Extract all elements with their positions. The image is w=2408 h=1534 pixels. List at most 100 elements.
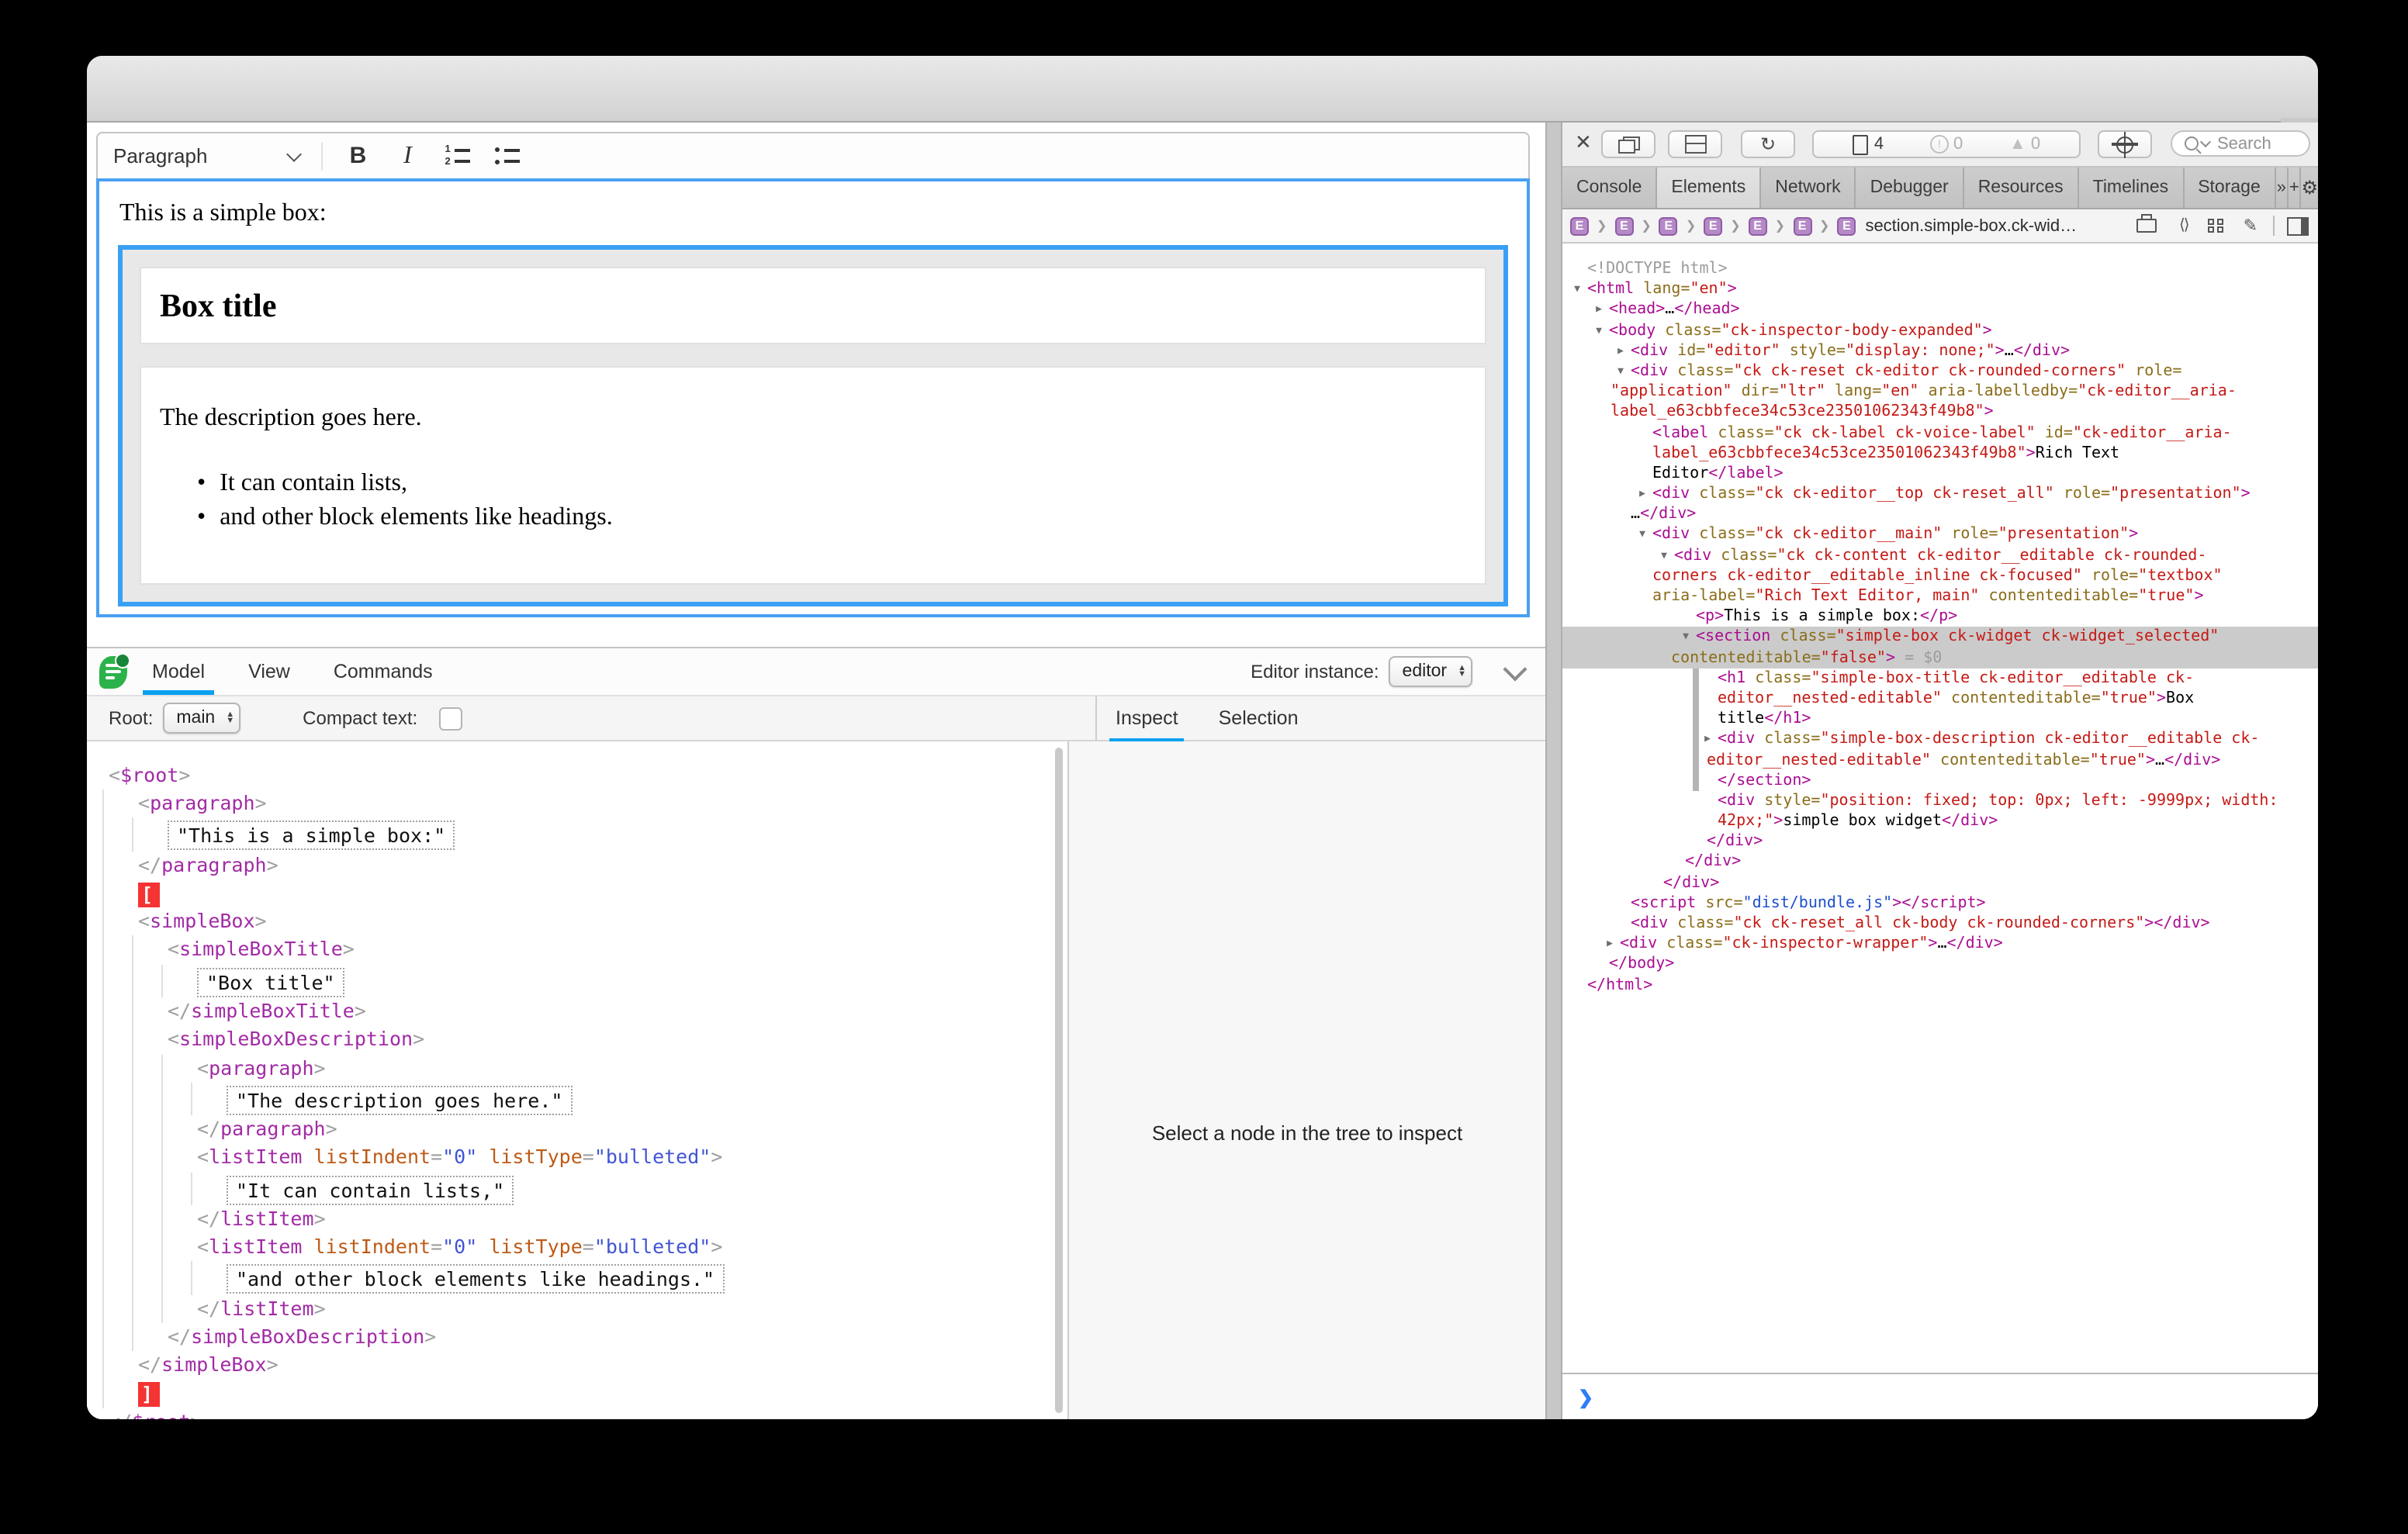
simple-box-widget[interactable]: Box title The description goes here. It … bbox=[118, 245, 1508, 606]
model-tree-line[interactable]: "It can contain lists," bbox=[87, 1172, 1067, 1205]
expand-node-icon[interactable]: ▶ bbox=[1601, 934, 1618, 954]
inspector-tab-model[interactable]: Model bbox=[152, 648, 205, 695]
breadcrumb-selected[interactable]: section.simple-box.ck-wid… bbox=[1865, 216, 2077, 235]
expand-node-icon[interactable]: ▶ bbox=[1612, 341, 1629, 361]
collapse-node-icon[interactable]: ▼ bbox=[1569, 279, 1586, 299]
editor-editable-area[interactable]: This is a simple box: Box title The desc… bbox=[96, 178, 1530, 617]
dom-tree-line[interactable]: contenteditable="false"> = $0 bbox=[1562, 648, 2318, 668]
dom-tree-line[interactable]: ▶<div class="simple-box-description ck-e… bbox=[1562, 730, 2318, 750]
breadcrumb-element-badge[interactable]: E bbox=[1659, 216, 1678, 235]
close-devtools-button[interactable]: ✕ bbox=[1575, 130, 1592, 155]
devtools-settings-gear-icon[interactable]: ⚙ bbox=[2301, 168, 2318, 208]
dom-tree-line[interactable]: …</div> bbox=[1562, 505, 2318, 525]
dom-tree-line[interactable]: Editor</label> bbox=[1562, 464, 2318, 484]
model-text-node[interactable]: "This is a simple box:" bbox=[168, 821, 455, 851]
simple-box-title[interactable]: Box title bbox=[140, 267, 1486, 344]
dom-tree-line[interactable]: <!DOCTYPE html> bbox=[1562, 259, 2318, 279]
model-text-node[interactable]: "The description goes here." bbox=[227, 1085, 572, 1114]
undock-button[interactable] bbox=[1601, 130, 1656, 158]
expand-node-icon[interactable]: ▶ bbox=[1634, 484, 1651, 504]
devtools-tabs-overflow[interactable]: » bbox=[2276, 168, 2289, 208]
devtools-tab-storage[interactable]: Storage bbox=[2184, 168, 2276, 208]
dom-tree-line[interactable]: ▶<div class="ck ck-editor__top ck-reset_… bbox=[1562, 484, 2318, 504]
model-tree-line[interactable]: <$root> bbox=[87, 762, 1067, 789]
dom-tree-line[interactable]: ▶<div class="ck-inspector-wrapper">…</di… bbox=[1562, 934, 2318, 954]
breadcrumb-element-badge[interactable]: E bbox=[1704, 216, 1722, 235]
reload-page-button[interactable]: ↻ bbox=[1741, 130, 1795, 158]
editor-instance-select[interactable]: editor ▲▼ bbox=[1389, 656, 1472, 687]
dom-tree-line[interactable]: "application" dir="ltr" lang="en" aria-l… bbox=[1562, 382, 2318, 402]
dom-tree-line[interactable]: ▶<div id="editor" style="display: none;"… bbox=[1562, 341, 2318, 361]
dom-tree-line[interactable]: label_e63cbbfece34c53ce23501062343f49b8"… bbox=[1562, 403, 2318, 423]
activity-summary[interactable]: 4 !0 ▲0 bbox=[1812, 130, 2081, 158]
dom-tree-line[interactable]: ▼<html lang="en"> bbox=[1562, 279, 2318, 299]
model-tree-line[interactable]: </paragraph> bbox=[87, 852, 1067, 879]
model-tree-line[interactable]: "Box title" bbox=[87, 964, 1067, 997]
dom-tree-line[interactable]: <div style="position: fixed; top: 0px; l… bbox=[1562, 791, 2318, 811]
root-select[interactable]: main ▲▼ bbox=[162, 703, 240, 734]
dom-tree-line[interactable]: ▶<head>…</head> bbox=[1562, 300, 2318, 320]
inspector-tab-view[interactable]: View bbox=[248, 648, 290, 695]
devtools-tab-timelines[interactable]: Timelines bbox=[2079, 168, 2185, 208]
dom-tree-line[interactable]: </section> bbox=[1562, 770, 2318, 790]
dock-bottom-button[interactable] bbox=[1668, 130, 1722, 158]
bold-button[interactable]: B bbox=[337, 137, 378, 174]
simple-box-description[interactable]: The description goes here. It can contai… bbox=[140, 366, 1486, 585]
styles-brush-icon[interactable]: ✎ bbox=[2244, 216, 2258, 236]
collapse-node-icon[interactable]: ▼ bbox=[1612, 361, 1629, 382]
collapse-node-icon[interactable]: ▼ bbox=[1677, 627, 1694, 648]
bulleted-list-button[interactable] bbox=[486, 137, 527, 174]
collapse-inspector-icon[interactable] bbox=[1503, 656, 1527, 680]
model-text-node[interactable]: "and other block elements like headings.… bbox=[227, 1265, 724, 1294]
model-tree-line[interactable]: </simpleBox> bbox=[87, 1352, 1067, 1380]
model-tree-line[interactable]: </listItem> bbox=[87, 1205, 1067, 1233]
quick-console[interactable]: ❯ bbox=[1562, 1373, 2318, 1419]
numbered-list-button[interactable]: 1 2 bbox=[437, 137, 477, 174]
dom-tree-line[interactable]: </div> bbox=[1562, 872, 2318, 893]
dom-tree-line[interactable]: corners ck-editor__editable_inline ck-fo… bbox=[1562, 566, 2318, 586]
page-devtools-divider[interactable] bbox=[1545, 123, 1562, 1419]
dom-tree-line[interactable]: <div class="ck ck-reset_all ck-body ck-r… bbox=[1562, 914, 2318, 934]
dom-tree-line[interactable]: </div> bbox=[1562, 832, 2318, 852]
editor-paragraph[interactable]: This is a simple box: bbox=[119, 200, 1508, 228]
model-tree-line[interactable]: </listItem> bbox=[87, 1295, 1067, 1323]
model-tree-line[interactable]: [ bbox=[87, 879, 1067, 907]
dom-tree-line[interactable]: title</h1> bbox=[1562, 709, 2318, 729]
breadcrumb-element-badge[interactable]: E bbox=[1570, 216, 1589, 235]
heading-dropdown[interactable]: Paragraph bbox=[113, 144, 207, 168]
expand-node-icon[interactable]: ▶ bbox=[1590, 300, 1607, 320]
model-tree-line[interactable]: </simpleBoxTitle> bbox=[87, 997, 1067, 1025]
model-tree-line[interactable]: </$root> bbox=[87, 1408, 1067, 1419]
model-text-node[interactable]: "Box title" bbox=[197, 967, 344, 997]
print-icon[interactable] bbox=[2137, 219, 2157, 233]
dom-tree-line[interactable]: ▼<div class="ck ck-content ck-editor__ed… bbox=[1562, 545, 2318, 565]
model-tree-line[interactable]: "and other block elements like headings.… bbox=[87, 1262, 1067, 1295]
devtools-tab-resources[interactable]: Resources bbox=[1964, 168, 2079, 208]
dom-tree-line[interactable]: ▼<div class="ck ck-reset ck-editor ck-ro… bbox=[1562, 361, 2318, 382]
details-sidebar-icon[interactable] bbox=[2287, 216, 2309, 235]
model-tree-line[interactable]: "This is a simple box:" bbox=[87, 818, 1067, 852]
dom-tree-line[interactable]: </div> bbox=[1562, 852, 2318, 872]
description-list-item[interactable]: and other block elements like headings. bbox=[197, 503, 1466, 532]
breadcrumb-element-badge[interactable]: E bbox=[1837, 216, 1856, 235]
dom-tree-line[interactable]: label_e63cbbfece34c53ce23501062343f49b8"… bbox=[1562, 443, 2318, 463]
dom-tree-line[interactable]: <label class="ck ck-label ck-voice-label… bbox=[1562, 423, 2318, 443]
breadcrumb-element-badge[interactable]: E bbox=[1614, 216, 1633, 235]
devtools-tab-debugger[interactable]: Debugger bbox=[1856, 168, 1964, 208]
inspect-panel-tab-selection[interactable]: Selection bbox=[1219, 695, 1299, 741]
model-text-node[interactable]: "It can contain lists," bbox=[227, 1175, 514, 1204]
devtools-tab-elements[interactable]: Elements bbox=[1657, 168, 1761, 208]
dom-tree-line[interactable]: ▼<section class="simple-box ck-widget ck… bbox=[1562, 627, 2318, 648]
model-tree-line[interactable]: "The description goes here." bbox=[87, 1082, 1067, 1115]
dom-tree-line[interactable]: 42px;">simple box widget</div> bbox=[1562, 811, 2318, 831]
dom-tree-line[interactable]: aria-label="Rich Text Editor, main" cont… bbox=[1562, 586, 2318, 606]
breadcrumb-element-badge[interactable]: E bbox=[1749, 216, 1767, 235]
collapse-node-icon[interactable]: ▼ bbox=[1590, 320, 1607, 340]
devtools-tab-console[interactable]: Console bbox=[1562, 168, 1657, 208]
model-tree-line[interactable]: <simpleBoxTitle> bbox=[87, 936, 1067, 964]
breadcrumb-element-badge[interactable]: E bbox=[1793, 216, 1811, 235]
dom-tree-line[interactable]: <p>This is a simple box:</p> bbox=[1562, 606, 2318, 627]
model-tree-line[interactable]: <paragraph> bbox=[87, 789, 1067, 817]
model-tree-line[interactable]: ] bbox=[87, 1380, 1067, 1408]
expand-node-icon[interactable]: ▶ bbox=[1699, 730, 1716, 750]
